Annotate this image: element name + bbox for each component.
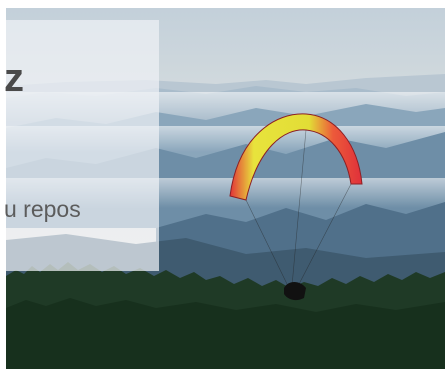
forest-front <box>6 298 445 369</box>
card-text: u repos <box>4 196 81 222</box>
card-title: z <box>4 56 24 100</box>
text-card: z u repos <box>4 20 159 271</box>
hero-banner: z u repos <box>0 0 445 369</box>
